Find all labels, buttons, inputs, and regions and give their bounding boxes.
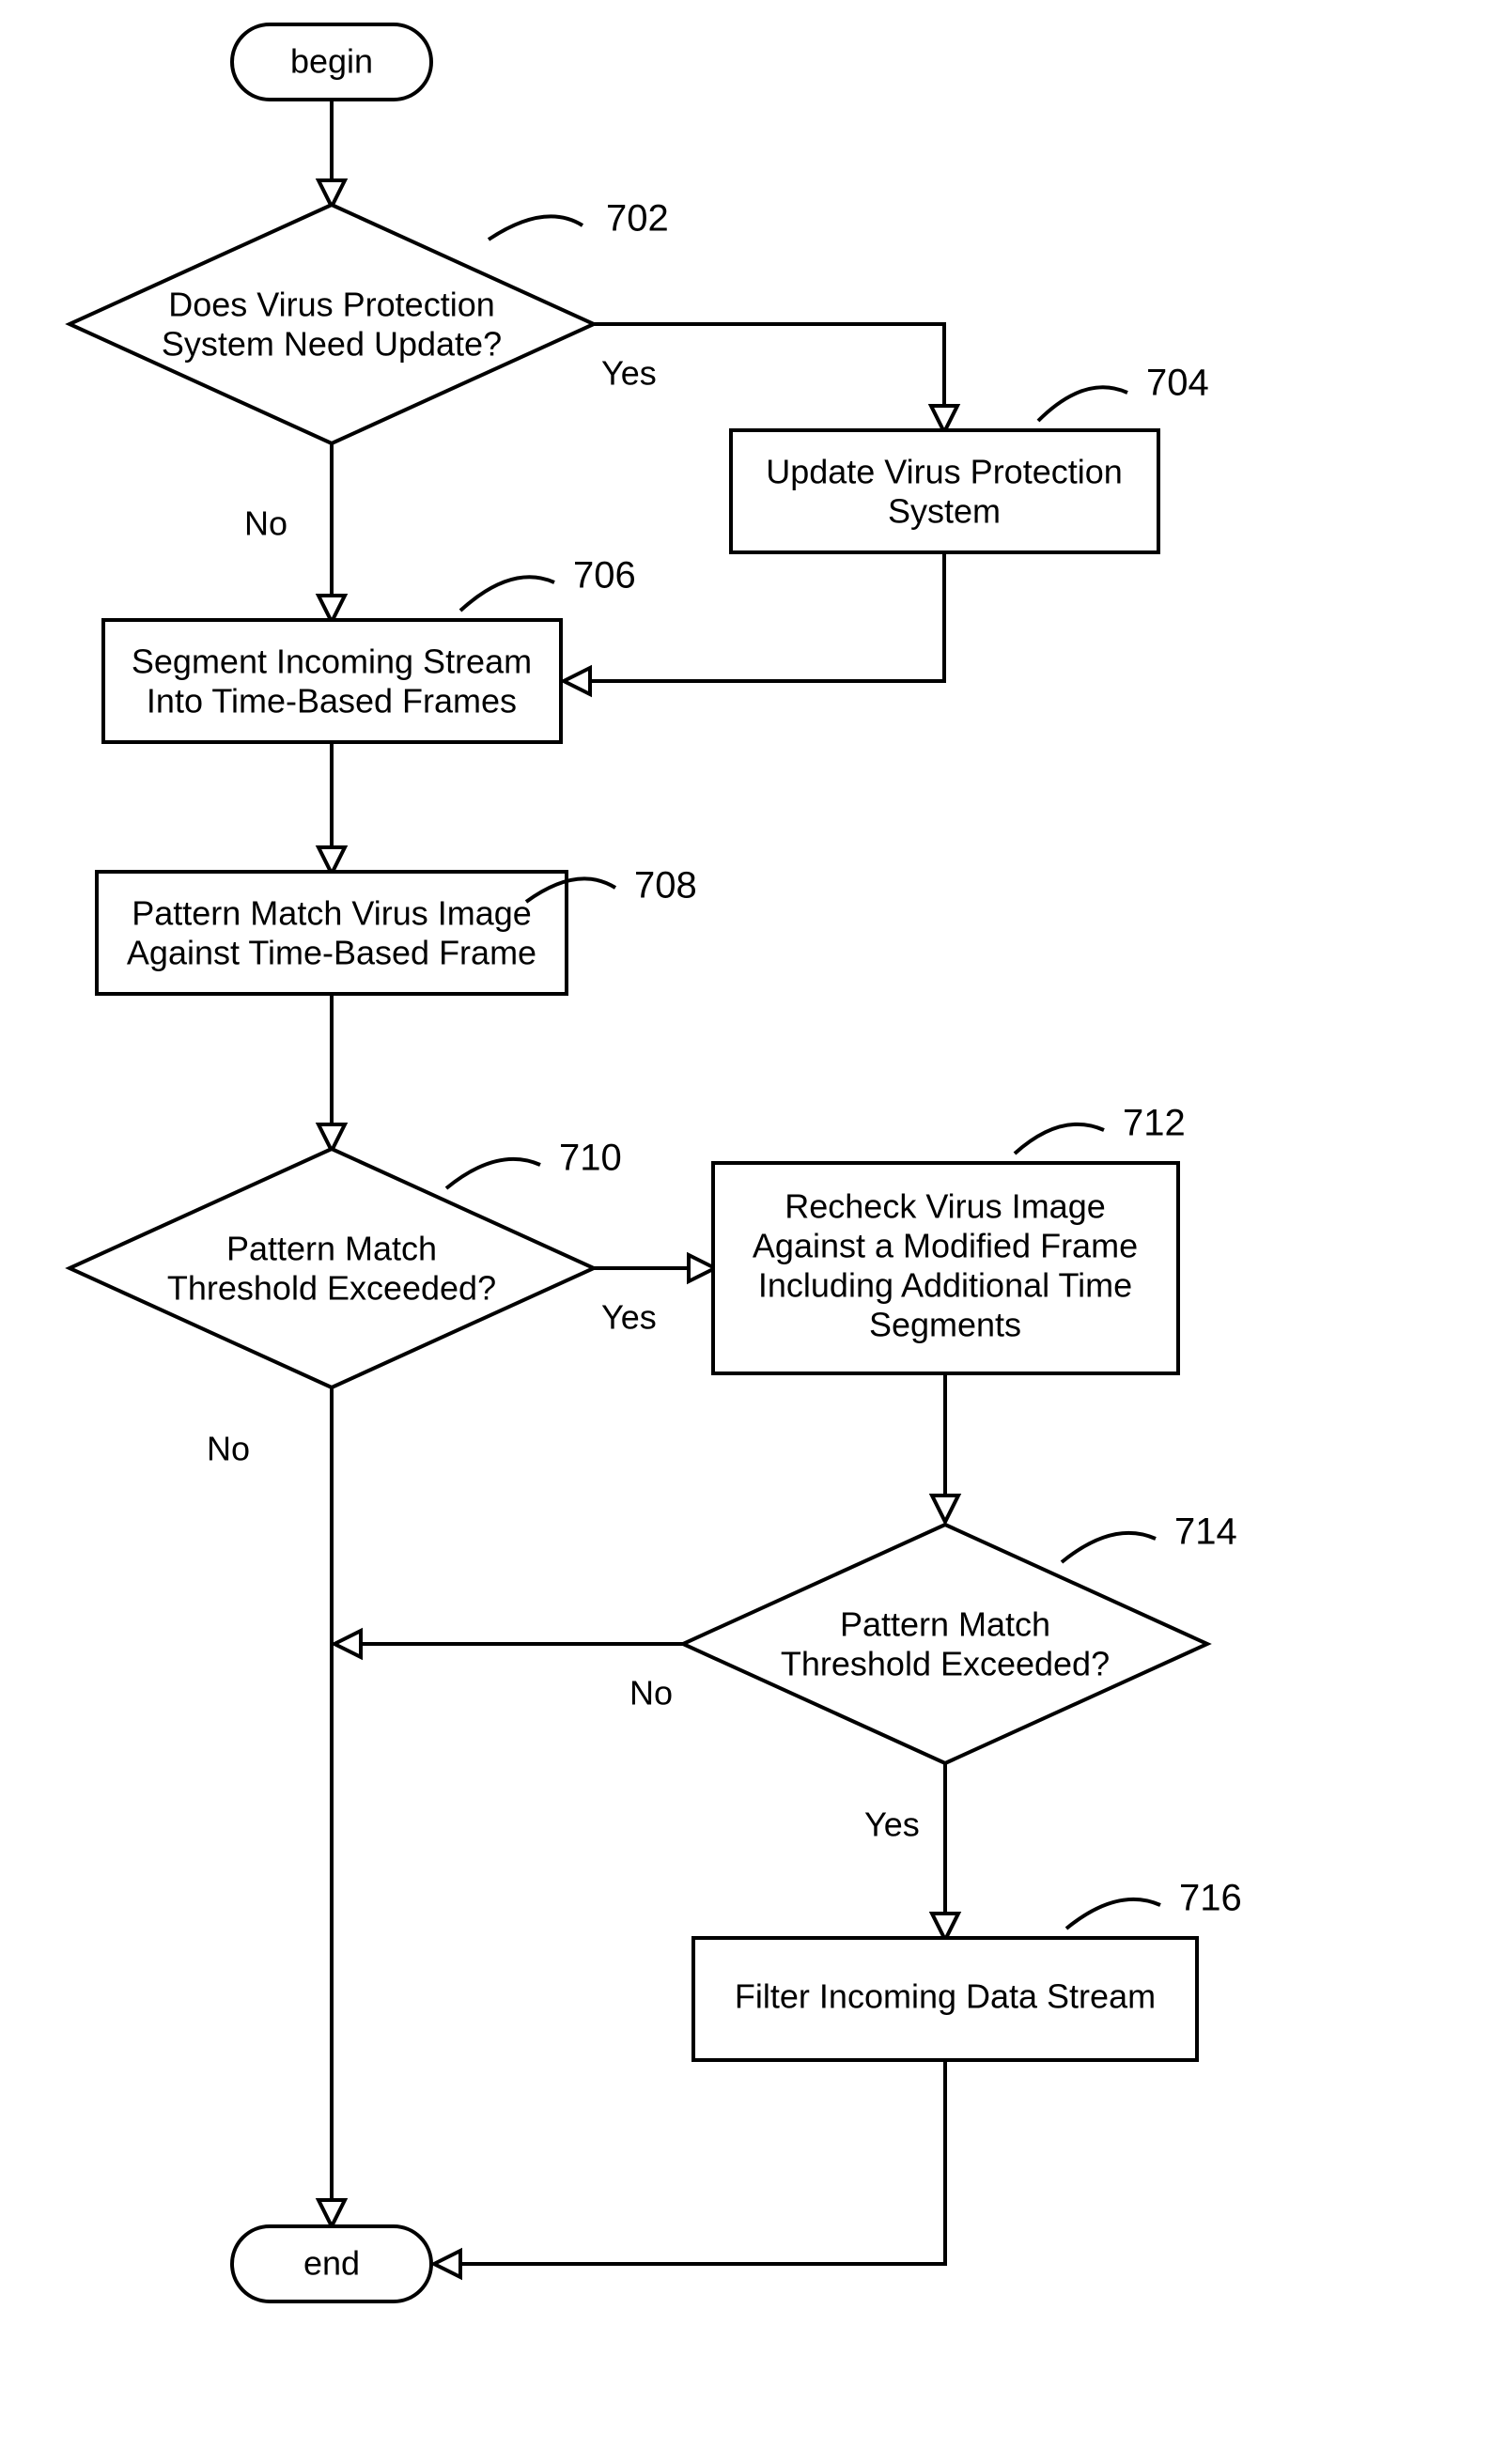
p704-line1: Update Virus Protection	[766, 453, 1123, 491]
p712-line4: Segments	[869, 1306, 1021, 1344]
p712-line2: Against a Modified Frame	[753, 1227, 1138, 1265]
p704-line2: System	[888, 492, 1001, 531]
ref-708: 708	[634, 865, 697, 907]
d710-line1: Pattern Match	[226, 1230, 437, 1268]
node-p712: Recheck Virus Image Against a Modified F…	[713, 1163, 1178, 1373]
p708-line2: Against Time-Based Frame	[127, 934, 536, 972]
ref-716: 716	[1179, 1878, 1242, 1919]
node-p708: Pattern Match Virus Image Against Time-B…	[97, 872, 567, 994]
d714-line1: Pattern Match	[840, 1605, 1050, 1644]
edge-d714-merge-label: No	[629, 1674, 673, 1712]
edge-d710-end: No	[207, 1387, 345, 2226]
edge-d702-p706-label: No	[244, 504, 287, 543]
ref-710: 710	[559, 1138, 622, 1179]
ref-702: 702	[606, 198, 669, 240]
flowchart: begin Does Virus Protection System Need …	[0, 0, 1507, 2464]
callout-706	[460, 577, 554, 611]
d702-line1: Does Virus Protection	[168, 286, 495, 324]
callout-712	[1015, 1124, 1104, 1154]
d710-line2: Threshold Exceeded?	[167, 1269, 496, 1308]
p706-line1: Segment Incoming Stream	[132, 643, 532, 681]
edge-d714-p716: Yes	[864, 1763, 958, 1940]
node-d702: Does Virus Protection System Need Update…	[70, 205, 594, 443]
edge-p716-end	[434, 2060, 945, 2277]
d714-line2: Threshold Exceeded?	[781, 1645, 1110, 1683]
d702-line2: System Need Update?	[162, 325, 502, 364]
ref-712: 712	[1123, 1103, 1186, 1144]
node-p716: Filter Incoming Data Stream	[693, 1938, 1197, 2060]
p712-line3: Including Additional Time	[758, 1266, 1132, 1305]
edge-d710-p712: Yes	[594, 1255, 715, 1337]
end-label: end	[303, 2244, 360, 2283]
node-d710: Pattern Match Threshold Exceeded?	[70, 1149, 594, 1387]
begin-label: begin	[290, 42, 373, 81]
ref-714: 714	[1174, 1511, 1237, 1553]
edge-d710-end-label: No	[207, 1430, 250, 1468]
node-p704: Update Virus Protection System	[731, 430, 1158, 552]
edge-begin-d702	[318, 100, 345, 207]
ref-704: 704	[1146, 363, 1209, 404]
node-begin: begin	[232, 24, 431, 100]
callout-710	[446, 1159, 540, 1188]
p706-line2: Into Time-Based Frames	[147, 682, 517, 721]
edge-p706-p708	[318, 742, 345, 874]
callout-714	[1062, 1533, 1156, 1562]
node-d714: Pattern Match Threshold Exceeded?	[683, 1525, 1207, 1763]
edge-d710-p712-label: Yes	[601, 1298, 657, 1337]
edge-p712-d714	[932, 1373, 958, 1522]
edge-d714-p716-label: Yes	[864, 1805, 920, 1844]
edge-d714-merge: No	[334, 1631, 683, 1712]
p716-line1: Filter Incoming Data Stream	[735, 1977, 1156, 2016]
edge-d702-p706: No	[244, 443, 345, 622]
callout-716	[1066, 1899, 1160, 1929]
ref-706: 706	[573, 555, 636, 597]
node-end: end	[232, 2226, 431, 2301]
edge-d702-p704: Yes	[594, 324, 957, 432]
callout-704	[1038, 387, 1127, 421]
node-p706: Segment Incoming Stream Into Time-Based …	[103, 620, 561, 742]
p712-line1: Recheck Virus Image	[785, 1187, 1106, 1226]
edge-d702-p704-label: Yes	[601, 354, 657, 393]
edge-p708-d710	[318, 994, 345, 1151]
callout-702	[489, 216, 583, 240]
p708-line1: Pattern Match Virus Image	[132, 894, 532, 933]
